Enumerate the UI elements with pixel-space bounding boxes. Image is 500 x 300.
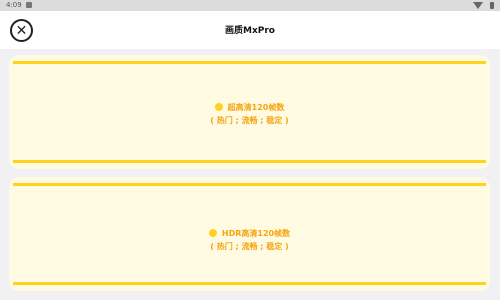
- app-header: ✕ 画质MxPro: [0, 11, 500, 49]
- status-bar: 4:09: [0, 0, 500, 11]
- notification-icon: [26, 2, 32, 8]
- battery-icon: [490, 2, 494, 9]
- options-panel: 超高清120帧数 ( 热门 ; 流畅 ; 稳定 ) HDR高清120帧数 ( 热…: [0, 49, 500, 300]
- card-top-divider: [13, 61, 486, 64]
- card-label: HDR高清120帧数 ( 热门 ; 流畅 ; 稳定 ): [9, 227, 490, 253]
- card-bottom-divider: [13, 160, 486, 163]
- bullet-dot-icon: [214, 103, 223, 111]
- card-label: 超高清120帧数 ( 热门 ; 流畅 ; 稳定 ): [9, 101, 490, 127]
- card-bottom-divider: [13, 282, 486, 285]
- wifi-icon: [473, 2, 483, 9]
- card-title: 超高清120帧数: [227, 103, 285, 112]
- card-title: HDR高清120帧数: [221, 229, 291, 238]
- card-subtitle: ( 热门 ; 流畅 ; 稳定 ): [210, 116, 289, 125]
- option-card-uhd-120fps[interactable]: 超高清120帧数 ( 热门 ; 流畅 ; 稳定 ): [9, 55, 490, 169]
- option-card-hdr-120fps[interactable]: HDR高清120帧数 ( 热门 ; 流畅 ; 稳定 ): [9, 177, 490, 291]
- page-title: 画质MxPro: [225, 26, 275, 36]
- card-subtitle: ( 热门 ; 流畅 ; 稳定 ): [210, 242, 289, 251]
- bullet-dot-icon: [208, 229, 217, 237]
- status-time: 4:09: [6, 1, 22, 9]
- card-top-divider: [13, 183, 486, 186]
